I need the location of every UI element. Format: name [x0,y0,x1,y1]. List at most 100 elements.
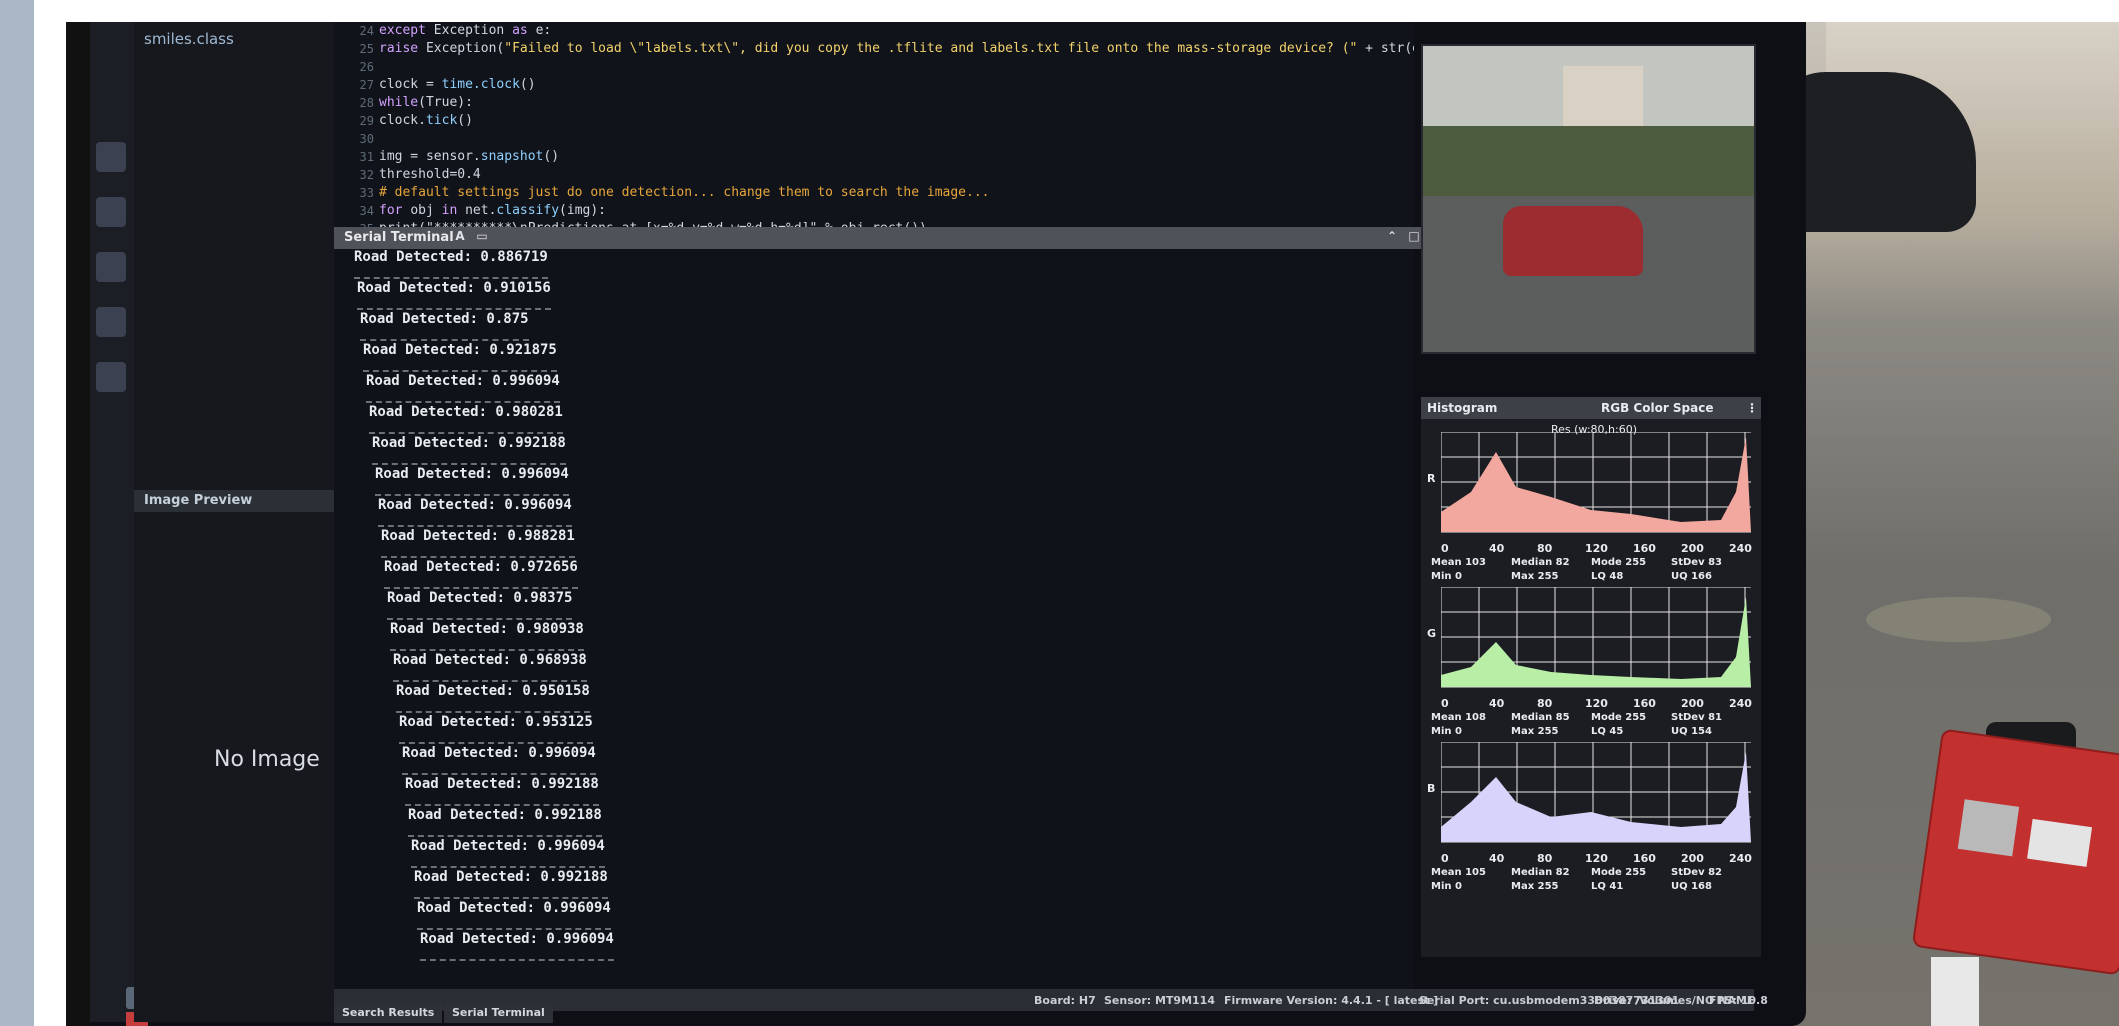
color-space-select[interactable]: RGB Color Space [1601,401,1714,415]
code-line[interactable]: img = sensor.snapshot() [379,148,1409,166]
axis-tick: 120 [1585,852,1608,865]
code-token: "Failed to load \"labels.txt\", did you … [504,41,1358,56]
code-line[interactable]: threshold=0.4 [379,166,1409,184]
code-line[interactable]: except Exception as e: [379,22,1409,40]
code-line[interactable]: for obj in net.classify(img): [379,202,1409,220]
axis-tick: 240 [1729,542,1752,555]
axis-tick: 160 [1633,852,1656,865]
line-number: 35 [334,220,374,227]
axis-tick: 200 [1681,852,1704,865]
code-token: while [379,95,419,110]
stat-median: Median 82 [1511,867,1570,878]
terminal-line: Road Detected: 0.996094 [420,931,614,961]
code-line[interactable]: clock.tick() [379,112,1409,130]
code-line[interactable] [379,130,1409,148]
code-token: img = sensor. [379,149,481,164]
folder-icon[interactable] [96,362,126,392]
line-number: 24 [359,24,374,38]
axis-tick: 200 [1681,697,1704,710]
terminal-line: Road Detected: 0.910156 [357,280,551,310]
code-token: except [379,23,434,38]
histogram-axis: 0 40 80 120 160 200 240 [1441,697,1752,711]
tab-search-results[interactable]: Search Results [334,1003,443,1023]
code-token: () [543,149,560,164]
terminal-line: Road Detected: 0.992188 [405,776,599,806]
code-line[interactable]: raise Exception("Failed to load \"labels… [379,40,1414,58]
code-line[interactable] [379,58,1409,76]
line-number: 27 [359,78,374,92]
code-token: # default settings just do one detection… [379,185,990,200]
code-token: as [512,23,536,38]
line-number: 29 [359,114,374,128]
code-token: snapshot [480,149,544,164]
stat-mean: Mean 105 [1431,867,1486,878]
code-token: () [519,77,536,92]
terminal-line: Road Detected: 0.980938 [390,621,584,651]
code-line[interactable]: print("**********\nPredictions at [x=%d,… [379,220,1409,227]
left-window-strip [0,0,34,1026]
axis-tick: 80 [1537,542,1553,555]
connect-icon[interactable] [96,142,126,172]
stat-min: Min 0 [1431,726,1462,737]
channel-label: B [1427,782,1436,795]
code-line[interactable]: clock = time.clock() [379,76,1409,94]
code-area[interactable]: except Exception as e: raise Exception("… [379,22,1414,227]
board-status: Board: H7 [1034,994,1096,1007]
histogram-chart [1441,587,1751,697]
histogram-svg [1441,742,1751,843]
line-number: 33 [359,186,374,200]
line-number: 25 [359,42,374,56]
stop-icon[interactable] [96,252,126,282]
code-editor[interactable]: 24 25 26 27 28 29 30 31 32 33 34 35 except Exceptio… [334,22,1414,227]
cam-trees [1423,126,1754,196]
code-token: (img): [559,203,607,218]
code-token: Exception [433,23,513,38]
code-token: clock = [379,77,442,92]
stat-median: Median 82 [1511,557,1570,568]
line-number: 34 [359,204,374,218]
file-icon[interactable] [96,307,126,337]
code-line[interactable]: # default settings just do one detection… [379,184,1409,202]
code-token: in [441,203,466,218]
code-line[interactable]: while(True): [379,94,1409,112]
code-token: e: [535,23,552,38]
close-panel-icon[interactable]: □ [1406,229,1422,245]
stat-stdev: StDev 83 [1671,557,1722,568]
font-size-icon[interactable]: A [452,229,468,245]
stat-max: Max 255 [1511,726,1559,737]
histogram-stats: Mean 103 Median 82 Mode 255 StDev 83 Min 0 Ma… [1431,557,1761,587]
code-token: classify [496,203,560,218]
stat-stdev: StDev 82 [1671,867,1722,878]
terminal-line: Road Detected: 0.996094 [411,838,605,868]
line-number: 31 [359,150,374,164]
code-token: tick [425,113,458,128]
terminal-line: Road Detected: 0.992188 [372,435,566,465]
histogram-menu-icon[interactable]: ⋮ [1746,401,1758,415]
stat-median: Median 85 [1511,712,1570,723]
histogram-area [1441,437,1751,532]
collapse-icon[interactable]: ⌃ [1384,229,1400,245]
save-log-icon[interactable]: ▭ [474,229,490,245]
serial-terminal-output[interactable]: Road Detected: 0.886719 Road Detected: 0.… [334,249,1414,989]
board-stand [1931,957,1979,1026]
stat-uq: UQ 166 [1671,571,1712,582]
terminal-line: Road Detected: 0.992188 [408,807,602,837]
terminal-line: Road Detected: 0.996094 [375,466,569,496]
tab-serial-terminal[interactable]: Serial Terminal [444,1003,553,1023]
file-item[interactable]: smiles.class [144,30,234,48]
terminal-line: Road Detected: 0.996094 [417,900,611,930]
terminal-line: Road Detected: 0.992188 [414,869,608,899]
axis-tick: 0 [1441,697,1449,710]
stat-lq: LQ 48 [1591,571,1624,582]
board-chip [2027,818,2093,867]
run-icon[interactable] [96,197,126,227]
histogram-title: Histogram [1427,401,1498,415]
stat-mean: Mean 103 [1431,557,1486,568]
axis-tick: 40 [1489,542,1505,555]
terminal-line: Road Detected: 0.968938 [393,652,587,682]
channel-label: R [1427,472,1436,485]
firmware-status[interactable]: Firmware Version: 4.4.1 - [ latest ] [1224,994,1438,1007]
stat-lq: LQ 41 [1591,881,1624,892]
axis-tick: 120 [1585,697,1608,710]
axis-tick: 200 [1681,542,1704,555]
